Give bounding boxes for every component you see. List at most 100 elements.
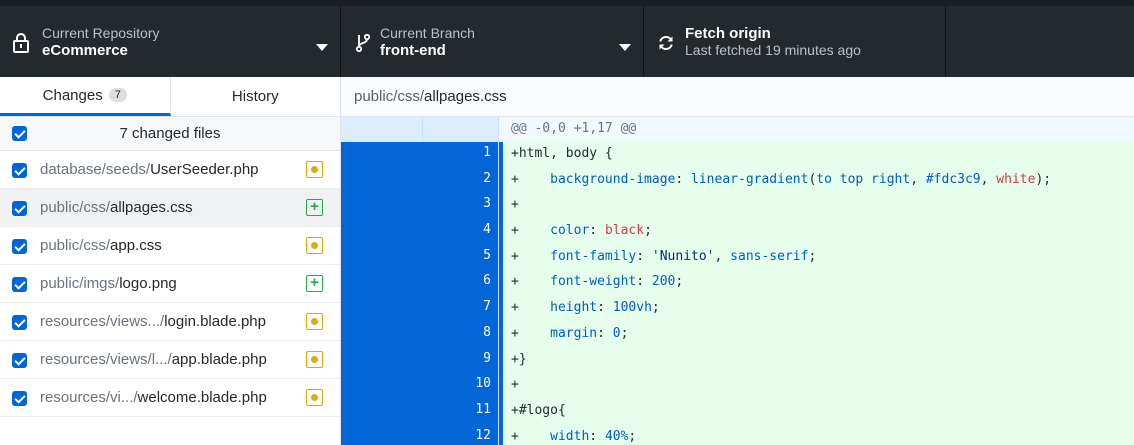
diff-line[interactable]: 3 +	[341, 193, 1134, 220]
new-line-gutter[interactable]: 12	[423, 424, 499, 445]
diff-line[interactable]: 12 + width: 40%;	[341, 424, 1134, 445]
old-line-gutter[interactable]	[341, 347, 423, 374]
old-line-gutter[interactable]	[341, 244, 423, 271]
file-row[interactable]: public/css/app.css	[0, 227, 340, 265]
line-number: 3	[483, 196, 491, 212]
tab-history[interactable]: History	[171, 77, 341, 116]
changes-count-badge: 7	[108, 88, 127, 102]
old-line-gutter[interactable]	[341, 270, 423, 297]
branch-label: Current Branch	[380, 25, 475, 41]
new-line-gutter[interactable]: 7	[423, 296, 499, 322]
modified-status-icon	[306, 351, 323, 368]
diff-line[interactable]: 8 + margin: 0;	[341, 321, 1134, 348]
diff-viewer: public/css/allpages.css @@ -0,0 +1,17 @@…	[341, 77, 1134, 445]
file-dir: public/imgs/	[40, 275, 120, 292]
sidebar-tabs: Changes 7 History	[0, 77, 340, 117]
new-line-gutter[interactable]: 3	[423, 193, 499, 220]
file-dir: resources/views.../	[40, 313, 165, 330]
diff-line[interactable]: 11 +#logo{	[341, 398, 1134, 425]
file-checkbox[interactable]	[12, 391, 27, 406]
new-line-gutter[interactable]: 1	[423, 142, 499, 168]
old-line-gutter[interactable]	[341, 142, 423, 168]
old-line-gutter[interactable]	[341, 321, 423, 348]
file-name: app.css	[110, 237, 162, 254]
new-line-gutter[interactable]: 10	[423, 373, 499, 399]
old-line-gutter[interactable]	[341, 373, 423, 399]
file-dir: public/css/	[40, 199, 111, 216]
file-name: app.blade.php	[171, 351, 267, 368]
line-number: 4	[483, 222, 491, 238]
diff-line[interactable]: 7 + height: 100vh;	[341, 296, 1134, 322]
line-selection-bar	[499, 398, 503, 425]
diff-lines: 1 +html, body {2 + background-image: linea…	[341, 142, 1134, 445]
diff-line[interactable]: 10 +	[341, 373, 1134, 399]
file-checkbox[interactable]	[12, 277, 27, 292]
old-line-gutter[interactable]	[341, 398, 423, 425]
diff-line[interactable]: 4 + color: black;	[341, 219, 1134, 245]
file-name: logo.png	[119, 275, 177, 292]
file-checkbox[interactable]	[12, 239, 27, 254]
select-all-checkbox[interactable]	[12, 126, 27, 141]
file-row[interactable]: resources/vi.../welcome.blade.php	[0, 379, 340, 417]
modified-status-icon	[306, 389, 323, 406]
diff-line[interactable]: 5 + font-family: 'Nunito', sans-serif;	[341, 244, 1134, 271]
modified-status-icon	[306, 237, 323, 254]
line-selection-bar	[499, 167, 503, 194]
new-line-gutter[interactable]: 4	[423, 219, 499, 245]
old-line-gutter[interactable]	[341, 296, 423, 322]
code-text: +#logo{	[511, 402, 566, 418]
chevron-down-icon	[619, 44, 631, 51]
new-line-gutter[interactable]: 6	[423, 270, 499, 297]
line-number: 9	[483, 350, 491, 366]
tab-changes[interactable]: Changes 7	[0, 77, 171, 116]
new-line-gutter[interactable]: 2	[423, 167, 499, 194]
old-line-gutter[interactable]	[341, 219, 423, 245]
file-name: login.blade.php	[164, 313, 266, 330]
line-number: 10	[475, 376, 491, 392]
old-line-gutter[interactable]	[341, 193, 423, 220]
hunk-header-text: @@ -0,0 +1,17 @@	[511, 121, 637, 136]
diff-line[interactable]: 6 + font-weight: 200;	[341, 270, 1134, 297]
diff-line[interactable]: 1 +html, body {	[341, 142, 1134, 168]
file-row[interactable]: database/seeds/UserSeeder.php	[0, 151, 340, 189]
last-fetched-text: Last fetched 19 minutes ago	[685, 42, 861, 58]
file-row[interactable]: public/css/allpages.css +	[0, 189, 340, 227]
file-checkbox[interactable]	[12, 163, 27, 178]
hunk-header[interactable]: @@ -0,0 +1,17 @@	[341, 117, 1134, 142]
new-line-gutter[interactable]: 8	[423, 321, 499, 348]
file-row[interactable]: resources/views.../login.blade.php	[0, 303, 340, 341]
new-line-gutter[interactable]: 9	[423, 347, 499, 374]
line-selection-bar	[499, 296, 503, 322]
added-status-icon: +	[306, 275, 323, 292]
file-row[interactable]: resources/views/l.../app.blade.php	[0, 341, 340, 379]
line-selection-bar	[499, 270, 503, 297]
new-line-gutter[interactable]: 11	[423, 398, 499, 425]
old-line-gutter[interactable]	[341, 167, 423, 194]
code-text: + font-family: 'Nunito', sans-serif;	[511, 248, 817, 264]
tab-changes-label: Changes	[42, 86, 103, 104]
file-name: welcome.blade.php	[137, 389, 267, 406]
diff-path-name: allpages.css	[424, 88, 507, 105]
line-number: 11	[475, 401, 491, 417]
file-dir: database/seeds/	[40, 161, 151, 178]
current-branch-button[interactable]: Current Branch front-end	[341, 6, 644, 77]
line-number: 6	[483, 273, 491, 289]
file-name: UserSeeder.php	[150, 161, 259, 178]
new-line-gutter[interactable]: 5	[423, 244, 499, 271]
file-checkbox[interactable]	[12, 353, 27, 368]
diff-line[interactable]: 2 + background-image: linear-gradient(to …	[341, 167, 1134, 194]
file-checkbox[interactable]	[12, 315, 27, 330]
fetch-origin-button[interactable]: Fetch origin Last fetched 19 minutes ago	[644, 6, 946, 77]
line-selection-bar	[499, 244, 503, 271]
file-checkbox[interactable]	[12, 201, 27, 216]
file-path: resources/vi.../welcome.blade.php	[40, 389, 267, 406]
line-selection-bar	[499, 219, 503, 245]
current-repository-button[interactable]: Current Repository eCommerce	[0, 6, 341, 77]
toolbar: Current Repository eCommerce Current Bra…	[0, 0, 1134, 77]
file-dir: resources/vi.../	[40, 389, 138, 406]
file-path: public/css/allpages.css	[40, 199, 193, 216]
diff-line[interactable]: 9 +}	[341, 347, 1134, 374]
file-dir: resources/views/l.../	[40, 351, 172, 368]
file-row[interactable]: public/imgs/logo.png +	[0, 265, 340, 303]
old-line-gutter[interactable]	[341, 424, 423, 445]
